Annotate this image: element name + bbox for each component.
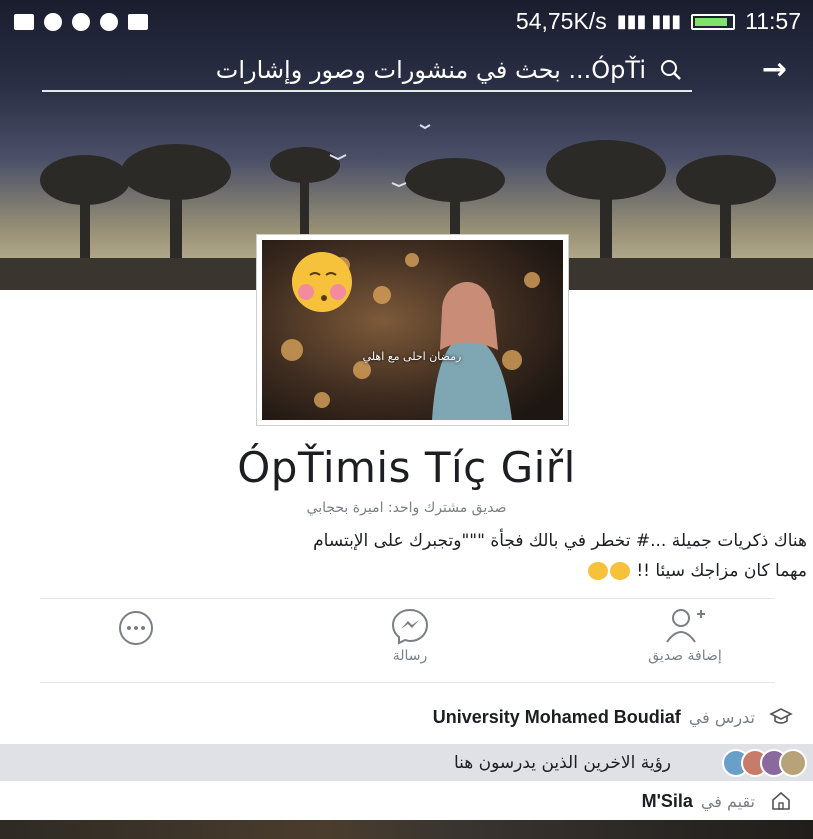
education-place[interactable]: University Mohamed Boudiaf — [433, 707, 681, 728]
arrow-right-icon[interactable]: → — [762, 52, 787, 87]
bio-line-1: هناك ذكريات جميلة ...# تخطر في بالك فجأة… — [313, 531, 807, 551]
education-row[interactable]: تدرس في University Mohamed Boudiaf — [0, 698, 813, 736]
residence-row[interactable]: تقيم في M'Sila — [0, 782, 813, 820]
message-label: رسالة — [392, 648, 428, 664]
profile-name: ÓpŤimis Tíç Giřl — [237, 443, 576, 492]
graduation-cap-icon — [769, 705, 793, 729]
add-friend-icon — [666, 609, 705, 643]
status-bar: 54,75K/s ▮▮▮ ▮▮▮ 11:57 — [0, 0, 813, 44]
featured-photos-strip[interactable] — [0, 820, 813, 839]
message-button[interactable]: رسالة — [330, 604, 490, 664]
education-prefix: تدرس في — [688, 707, 755, 727]
smile-emoji-icon — [587, 562, 608, 580]
search-bar: بحث في منشورات وصور وإشارات ...ÓpŤi → — [0, 50, 813, 100]
battery-icon — [691, 13, 736, 30]
app-notification-icon — [100, 13, 118, 31]
add-friend-button[interactable]: إضافة صديق — [605, 604, 765, 664]
avatar-image — [262, 240, 563, 420]
app-notification-icon — [44, 13, 62, 31]
signal-icon: ▮▮▮ ▮▮▮ — [616, 11, 682, 31]
avatar-caption: رمضان احلى مع اهلي — [362, 350, 462, 363]
search-input[interactable]: بحث في منشورات وصور وإشارات ...ÓpŤi — [42, 50, 692, 92]
bio-line-2-wrap: مهما كان مزاجك سيئا !! — [7, 556, 807, 586]
smile-emoji-icon — [609, 562, 630, 580]
divider — [40, 598, 775, 599]
search-placeholder: بحث في منشورات وصور وإشارات ...ÓpŤi — [215, 56, 646, 84]
messenger-icon — [391, 608, 429, 645]
home-icon — [769, 789, 793, 813]
more-button[interactable] — [56, 604, 216, 648]
message-notification-icon — [14, 14, 34, 30]
bio-line-2: مهما كان مزاجك سيئا !! — [636, 561, 807, 581]
avatar: رمضان احلى مع اهلي — [262, 240, 563, 420]
see-classmates-label: رؤية الاخرين الذين يدرسون هنا — [453, 752, 671, 773]
residence-prefix: تقيم في — [700, 791, 755, 811]
divider — [40, 682, 775, 683]
profile-actions: إضافة صديق رسالة — [0, 604, 813, 674]
app-notification-icon — [72, 13, 90, 31]
network-speed: 54,75K/s — [515, 8, 607, 34]
profile-bio: هناك ذكريات جميلة ...# تخطر في بالك فجأة… — [7, 526, 807, 586]
mutual-friends-text[interactable]: صديق مشترك واحد: اميرة بحجابي — [0, 500, 813, 516]
gallery-notification-icon — [128, 14, 148, 30]
search-icon — [661, 60, 681, 80]
residence-place[interactable]: M'Sila — [642, 791, 693, 812]
avatar — [779, 748, 807, 777]
add-friend-label: إضافة صديق — [648, 648, 722, 664]
notification-icons — [0, 13, 148, 31]
clock: 11:57 — [745, 8, 801, 34]
more-icon — [119, 611, 153, 645]
see-classmates-row[interactable]: رؤية الاخرين الذين يدرسون هنا — [0, 744, 813, 781]
profile-picture[interactable]: رمضان احلى مع اهلي — [257, 235, 568, 425]
classmates-avatars — [722, 748, 807, 777]
